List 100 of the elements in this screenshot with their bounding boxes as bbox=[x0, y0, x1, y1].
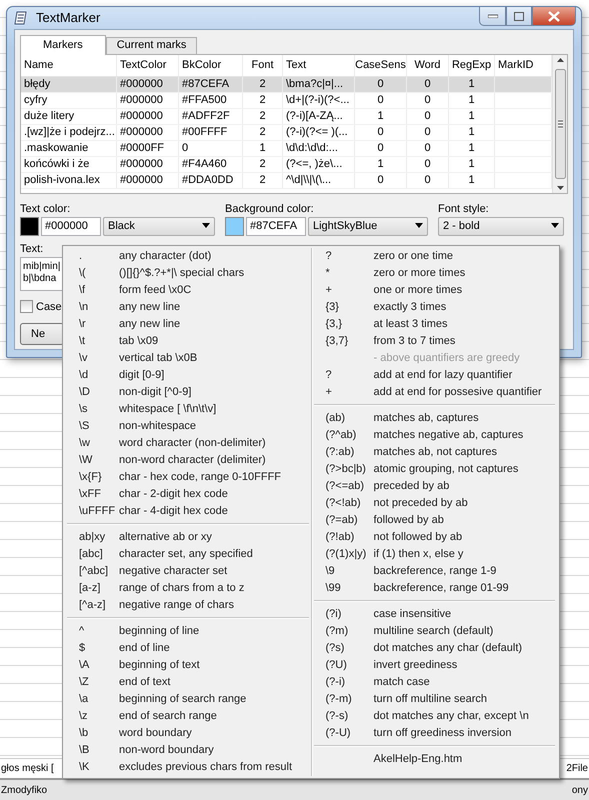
menu-item[interactable]: \9 backreference, range 1-9 bbox=[312, 563, 557, 580]
menu-item[interactable]: $ end of line bbox=[65, 640, 310, 657]
scroll-down-icon[interactable] bbox=[556, 186, 564, 190]
menu-item[interactable]: \s whitespace [ \f\n\t\v] bbox=[65, 401, 310, 418]
close-button[interactable] bbox=[532, 7, 576, 26]
column-header[interactable]: Text bbox=[283, 54, 355, 76]
menu-item[interactable]: \z end of search range bbox=[65, 708, 310, 725]
column-header[interactable]: Font bbox=[243, 54, 283, 76]
menu-item[interactable]: \K excludes previous chars from result bbox=[65, 759, 310, 776]
menu-item[interactable]: \d digit [0-9] bbox=[65, 367, 310, 384]
menu-item[interactable]: (?m) multiline search (default) bbox=[312, 623, 557, 640]
menu-item[interactable]: + one or more times bbox=[312, 282, 557, 299]
menu-item[interactable]: (?i) case insensitive bbox=[312, 606, 557, 623]
color-swatch[interactable] bbox=[225, 216, 244, 236]
color-dropdown[interactable]: LightSkyBlue bbox=[308, 216, 428, 236]
new-button[interactable]: Ne bbox=[20, 323, 64, 345]
menu-item[interactable]: \b word boundary bbox=[65, 725, 310, 742]
scrollbar[interactable] bbox=[552, 54, 567, 192]
scroll-thumb[interactable] bbox=[554, 68, 566, 178]
menu-item[interactable]: (?-s) dot matches any char, except \n bbox=[312, 708, 557, 725]
table-row[interactable]: polish-ivona.lex #000000 #DDA0DD 2 ^\d|\\|\(\... 0 0 1 bbox=[21, 172, 552, 188]
table-row[interactable]: końcówki i że #000000 #F4A460 2 (?<=, )że\... 1 0 1 bbox=[21, 156, 552, 172]
maximize-button[interactable] bbox=[506, 7, 532, 26]
menu-item[interactable]: \a beginning of search range bbox=[65, 691, 310, 708]
menu-item[interactable]: \w word character (non-delimiter) bbox=[65, 435, 310, 452]
menu-item[interactable]: \A beginning of text bbox=[65, 657, 310, 674]
column-header[interactable]: RegExp bbox=[449, 54, 495, 76]
menu-item[interactable]: (?=ab) followed by ab bbox=[312, 512, 557, 529]
menu-item[interactable]: [^a-z] negative range of chars bbox=[65, 597, 310, 614]
tab[interactable]: Markers bbox=[20, 34, 106, 54]
table-row[interactable]: duże litery #000000 #ADFF2F 2 (?-i)[A-ZĄ... 1 0 1 bbox=[21, 108, 552, 124]
table-row[interactable]: .[wz]|że i podejrz... #000000 #00FFFF 2 (?-i)(?<= )(... 0 0 1 bbox=[21, 124, 552, 140]
menu-item[interactable]: [a-z] range of chars from a to z bbox=[65, 580, 310, 597]
menu-item[interactable]: \v vertical tab \x0B bbox=[65, 350, 310, 367]
menu-item[interactable]: \99 backreference, range 01-99 bbox=[312, 580, 557, 597]
color-dropdown[interactable]: Black bbox=[103, 216, 215, 236]
menu-item[interactable]: \B non-word boundary bbox=[65, 742, 310, 759]
menu-item[interactable]: ? add at end for lazy quantifier bbox=[312, 367, 557, 384]
column-header[interactable]: TextColor bbox=[117, 54, 179, 76]
column-header[interactable]: CaseSens bbox=[355, 54, 407, 76]
menu-item[interactable]: (?-i) match case bbox=[312, 674, 557, 691]
menu-item[interactable]: \W non-word character (delimiter) bbox=[65, 452, 310, 469]
background-cell-text: ony bbox=[572, 784, 588, 798]
menu-item[interactable]: \D non-digit [^0-9] bbox=[65, 384, 310, 401]
column-header[interactable]: Name bbox=[21, 54, 117, 76]
menu-item[interactable]: * zero or more times bbox=[312, 265, 557, 282]
tab[interactable]: Current marks bbox=[106, 36, 198, 54]
menu-item[interactable]: [abc] character set, any specified bbox=[65, 546, 310, 563]
background-cell-text: 2File bbox=[566, 762, 588, 776]
field-label: Text color: bbox=[20, 202, 72, 216]
menu-item[interactable]: (ab) matches ab, captures bbox=[312, 410, 557, 427]
color-swatch[interactable] bbox=[20, 216, 39, 236]
window-title: TextMarker bbox=[36, 9, 100, 27]
hex-field[interactable]: #87CEFA bbox=[246, 216, 306, 236]
column-header[interactable]: Word bbox=[407, 54, 449, 76]
menu-item[interactable]: + add at end for possesive quantifier bbox=[312, 384, 557, 401]
menu-item[interactable]: ^ beginning of line bbox=[65, 623, 310, 640]
menu-item[interactable]: ? zero or one time bbox=[312, 248, 557, 265]
menu-item[interactable]: \r any new line bbox=[65, 316, 310, 333]
menu-item[interactable]: \n any new line bbox=[65, 299, 310, 316]
table-row[interactable]: .maskowanie #0000FF 0 1 \d\d:\d\d:... 0 0 1 bbox=[21, 140, 552, 156]
menu-item[interactable]: \t tab \x09 bbox=[65, 333, 310, 350]
field-label: Background color: bbox=[225, 202, 315, 216]
background-cell-text: głos męski [ bbox=[1, 762, 54, 776]
menu-item[interactable]: {3,} at least 3 times bbox=[312, 316, 557, 333]
menu-item[interactable]: [^abc] negative character set bbox=[65, 563, 310, 580]
menu-item[interactable]: {3} exactly 3 times bbox=[312, 299, 557, 316]
menu-item[interactable]: AkelHelp-Eng.htm bbox=[312, 751, 557, 768]
table-row[interactable]: cyfry #000000 #FFA500 2 \d+|(?-i)(?<... 0 0 1 bbox=[21, 92, 552, 108]
background-cell-text: Zmodyfiko bbox=[1, 784, 48, 798]
menu-item[interactable]: . any character (dot) bbox=[65, 248, 310, 265]
column-header[interactable]: BkColor bbox=[179, 54, 243, 76]
menu-item[interactable]: {3,7} from 3 to 7 times bbox=[312, 333, 557, 350]
scroll-up-icon[interactable] bbox=[556, 58, 564, 62]
menu-item[interactable]: (?:ab) matches ab, not captures bbox=[312, 444, 557, 461]
menu-item[interactable]: (?>bc|b) atomic grouping, not captures bbox=[312, 461, 557, 478]
table-row[interactable]: błędy #000000 #87CEFA 2 \bma?c|¤|... 0 0 1 bbox=[21, 76, 552, 92]
minimize-icon bbox=[488, 14, 498, 18]
checkbox[interactable] bbox=[20, 300, 33, 314]
menu-item[interactable]: (?-U) turn off greediness inversion bbox=[312, 725, 557, 742]
close-icon bbox=[548, 10, 560, 22]
font-style-dropdown[interactable]: 2 - bold bbox=[438, 216, 564, 236]
menu-item[interactable]: (?^ab) matches negative ab, captures bbox=[312, 427, 557, 444]
menu-item[interactable]: \x{F} char - hex code, range 0-10FFFF bbox=[65, 469, 310, 486]
menu-item[interactable]: \f form feed \x0C bbox=[65, 282, 310, 299]
menu-item[interactable]: \xFF char - 2-digit hex code bbox=[65, 486, 310, 503]
menu-item[interactable]: (?<=ab) preceded by ab bbox=[312, 478, 557, 495]
menu-item[interactable]: \( ()[]{}^$.?+*|\ special chars bbox=[65, 265, 310, 282]
menu-item[interactable]: \Z end of text bbox=[65, 674, 310, 691]
menu-item[interactable]: (?-m) turn off multiline search bbox=[312, 691, 557, 708]
menu-item[interactable]: (?(1)x|y) if (1) then x, else y bbox=[312, 546, 557, 563]
menu-item[interactable]: \S non-whitespace bbox=[65, 418, 310, 435]
menu-item[interactable]: \uFFFF char - 4-digit hex code bbox=[65, 503, 310, 520]
menu-item[interactable]: (?U) invert greediness bbox=[312, 657, 557, 674]
minimize-button[interactable] bbox=[479, 7, 506, 26]
menu-item[interactable]: (?s) dot matches any char (default) bbox=[312, 640, 557, 657]
menu-item[interactable]: (?<!ab) not preceded by ab bbox=[312, 495, 557, 512]
hex-field[interactable]: #000000 bbox=[41, 216, 101, 236]
menu-item[interactable]: ab|xy alternative ab or xy bbox=[65, 529, 310, 546]
menu-item[interactable]: (?!ab) not followed by ab bbox=[312, 529, 557, 546]
